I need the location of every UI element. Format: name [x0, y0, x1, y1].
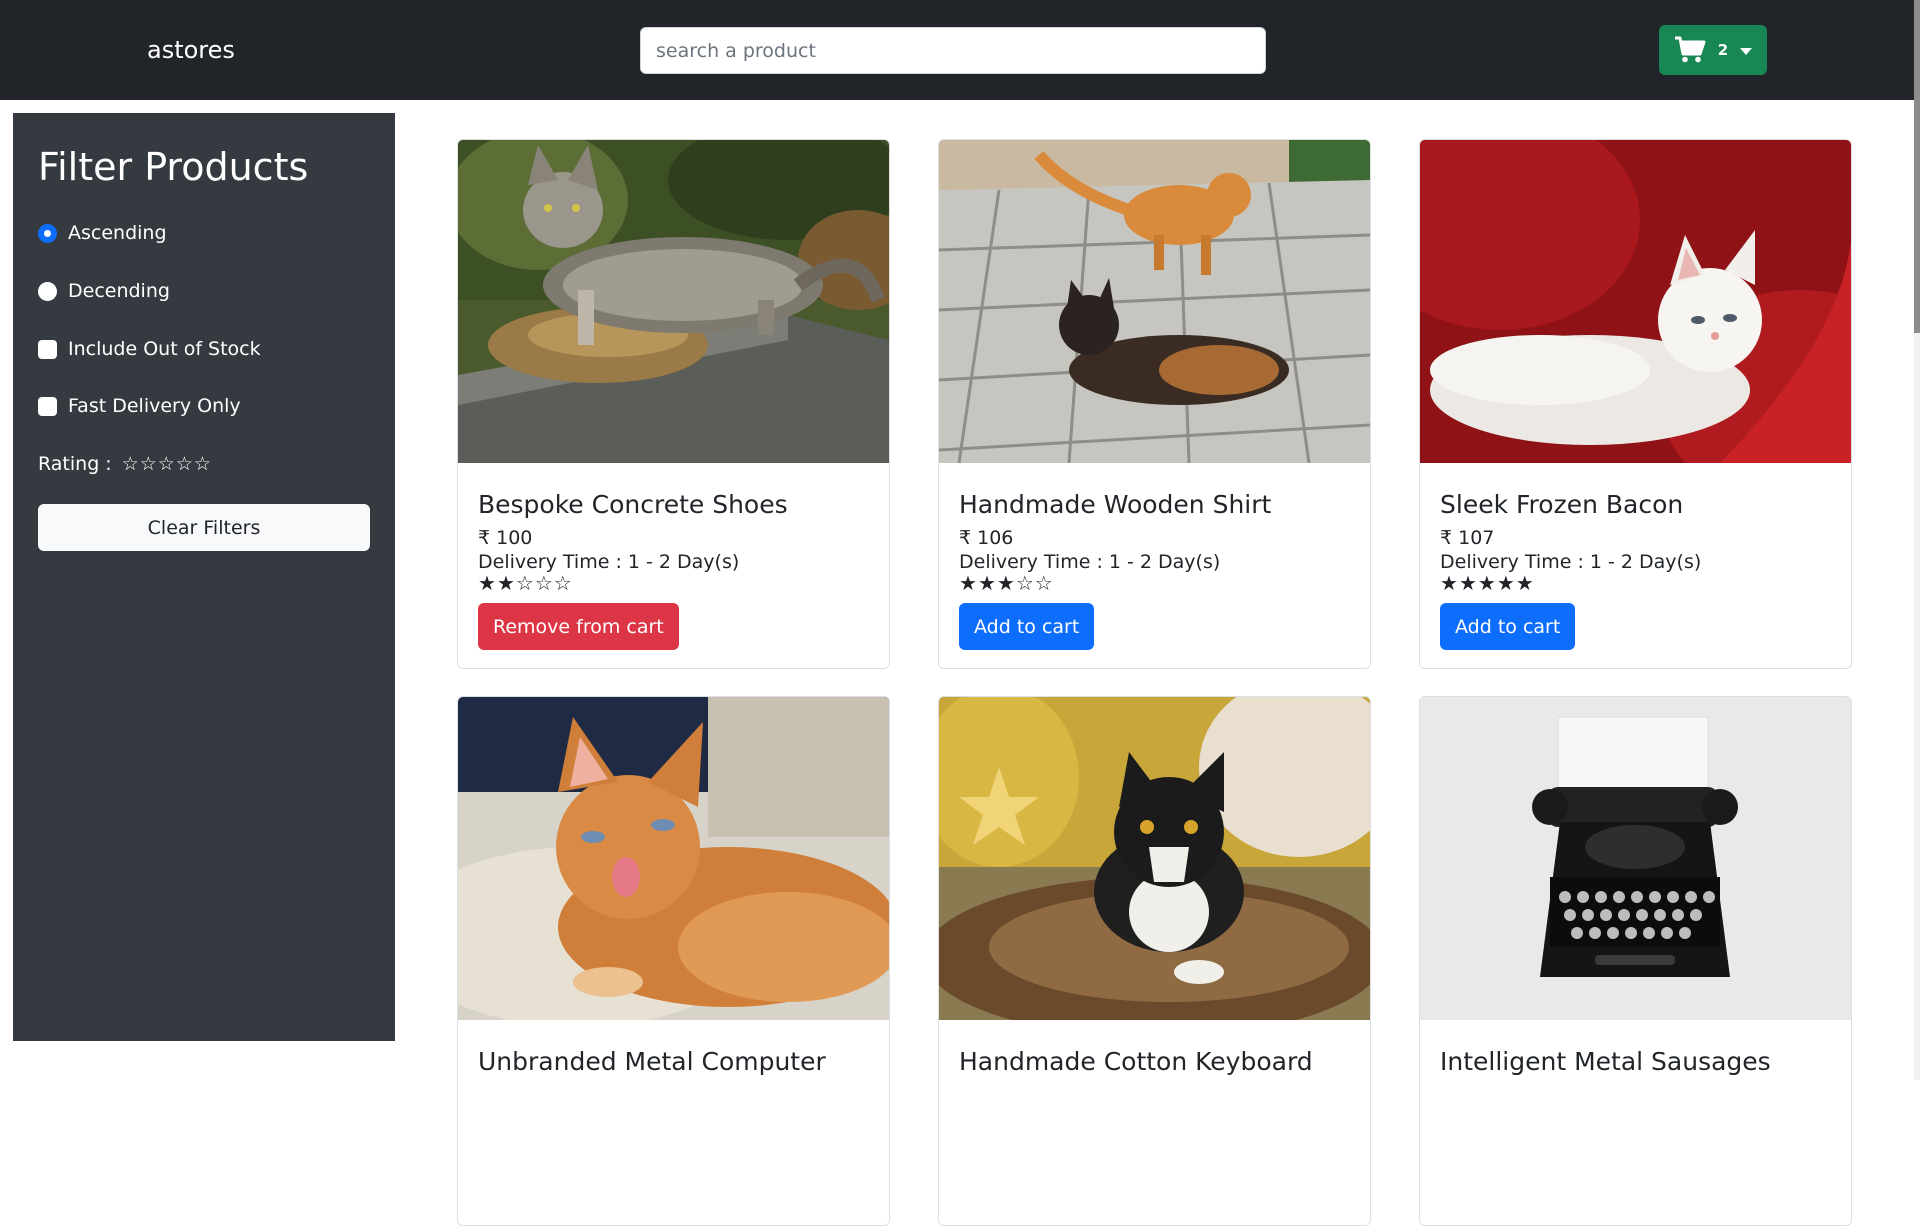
star-filled-icon: ★ [959, 571, 977, 595]
star-outline-icon[interactable]: ☆ [176, 454, 193, 474]
product-image [458, 140, 889, 463]
product-price: ₹ 107 [1440, 527, 1495, 549]
star-outline-icon: ☆ [553, 571, 572, 595]
star-filled-icon: ★ [478, 571, 496, 595]
top-navbar: astores 2 [0, 0, 1914, 100]
product-image [939, 140, 1370, 463]
scrollbar-thumb[interactable] [1914, 0, 1920, 333]
product-title[interactable]: Intelligent Metal Sausages [1440, 1046, 1771, 1078]
star-outline-icon: ☆ [534, 571, 553, 595]
product-card: Bespoke Concrete Shoes ₹ 100 Delivery Ti… [457, 139, 890, 669]
chevron-down-icon [1740, 47, 1753, 55]
product-image [1420, 697, 1851, 1020]
star-filled-icon: ★ [1496, 571, 1515, 595]
rating-filter-stars: ☆ ☆ ☆ ☆ ☆ [122, 454, 211, 474]
add-to-cart-button[interactable]: Add to cart [1440, 603, 1576, 650]
product-image [939, 697, 1370, 1020]
remove-from-cart-button[interactable]: Remove from cart [478, 603, 679, 650]
product-rating: ★ ★ ★ ★ ★ [1440, 572, 1534, 594]
descending-radio[interactable] [38, 281, 57, 301]
star-filled-icon: ★ [1440, 571, 1458, 595]
star-outline-icon[interactable]: ☆ [140, 454, 157, 474]
product-title[interactable]: Unbranded Metal Computer [478, 1046, 826, 1078]
product-title[interactable]: Sleek Frozen Bacon [1440, 489, 1683, 521]
product-card: Sleek Frozen Bacon ₹ 107 Delivery Time :… [1419, 139, 1852, 669]
product-price: ₹ 106 [959, 527, 1014, 549]
star-outline-icon: ☆ [1015, 571, 1034, 595]
include-out-of-stock-label: Include Out of Stock [68, 338, 261, 360]
star-filled-icon: ★ [496, 571, 515, 595]
filter-title: Filter Products [38, 145, 309, 189]
sort-ascending-option[interactable]: Ascending [38, 221, 167, 245]
star-outline-icon[interactable]: ☆ [158, 454, 175, 474]
product-card: Handmade Cotton Keyboard [938, 696, 1371, 1226]
brand-logo[interactable]: astores [147, 34, 235, 66]
cart-count-badge: 2 [1717, 41, 1729, 59]
fast-delivery-checkbox[interactable] [38, 396, 57, 416]
product-rating: ★ ★ ☆ ☆ ☆ [478, 572, 572, 594]
rating-label: Rating : [38, 453, 112, 475]
fast-delivery-label: Fast Delivery Only [68, 395, 241, 417]
cart-icon [1674, 36, 1706, 63]
ascending-radio[interactable] [38, 223, 57, 243]
star-outline-icon[interactable]: ☆ [194, 454, 211, 474]
star-outline-icon: ☆ [515, 571, 534, 595]
star-filled-icon: ★ [1477, 571, 1496, 595]
product-image [458, 697, 889, 1020]
add-to-cart-button[interactable]: Add to cart [959, 603, 1095, 650]
descending-label: Decending [68, 280, 170, 302]
star-filled-icon: ★ [1458, 571, 1477, 595]
ascending-label: Ascending [68, 222, 167, 244]
cart-dropdown-button[interactable]: 2 [1659, 25, 1767, 75]
product-price: ₹ 100 [478, 527, 533, 549]
fast-delivery-option[interactable]: Fast Delivery Only [38, 394, 241, 418]
product-title[interactable]: Bespoke Concrete Shoes [478, 489, 788, 521]
product-rating: ★ ★ ★ ☆ ☆ [959, 572, 1053, 594]
star-outline-icon[interactable]: ☆ [122, 454, 139, 474]
star-outline-icon: ☆ [1034, 571, 1053, 595]
sort-descending-option[interactable]: Decending [38, 279, 170, 303]
star-filled-icon: ★ [996, 571, 1015, 595]
page-scrollbar[interactable] [1914, 0, 1920, 1080]
clear-filters-button[interactable]: Clear Filters [38, 504, 370, 551]
product-image [1420, 140, 1851, 463]
rating-filter: Rating : ☆ ☆ ☆ ☆ ☆ [38, 452, 211, 476]
star-filled-icon: ★ [977, 571, 996, 595]
product-card: Unbranded Metal Computer [457, 696, 890, 1226]
include-out-of-stock-checkbox[interactable] [38, 339, 57, 359]
include-out-of-stock-option[interactable]: Include Out of Stock [38, 337, 261, 361]
star-filled-icon: ★ [1515, 571, 1534, 595]
search-input[interactable] [640, 27, 1266, 74]
product-card: Intelligent Metal Sausages [1419, 696, 1852, 1226]
filter-sidebar: Filter Products Ascending Decending Incl… [13, 113, 395, 1041]
product-card: Handmade Wooden Shirt ₹ 106 Delivery Tim… [938, 139, 1371, 669]
product-title[interactable]: Handmade Cotton Keyboard [959, 1046, 1313, 1078]
product-title[interactable]: Handmade Wooden Shirt [959, 489, 1271, 521]
